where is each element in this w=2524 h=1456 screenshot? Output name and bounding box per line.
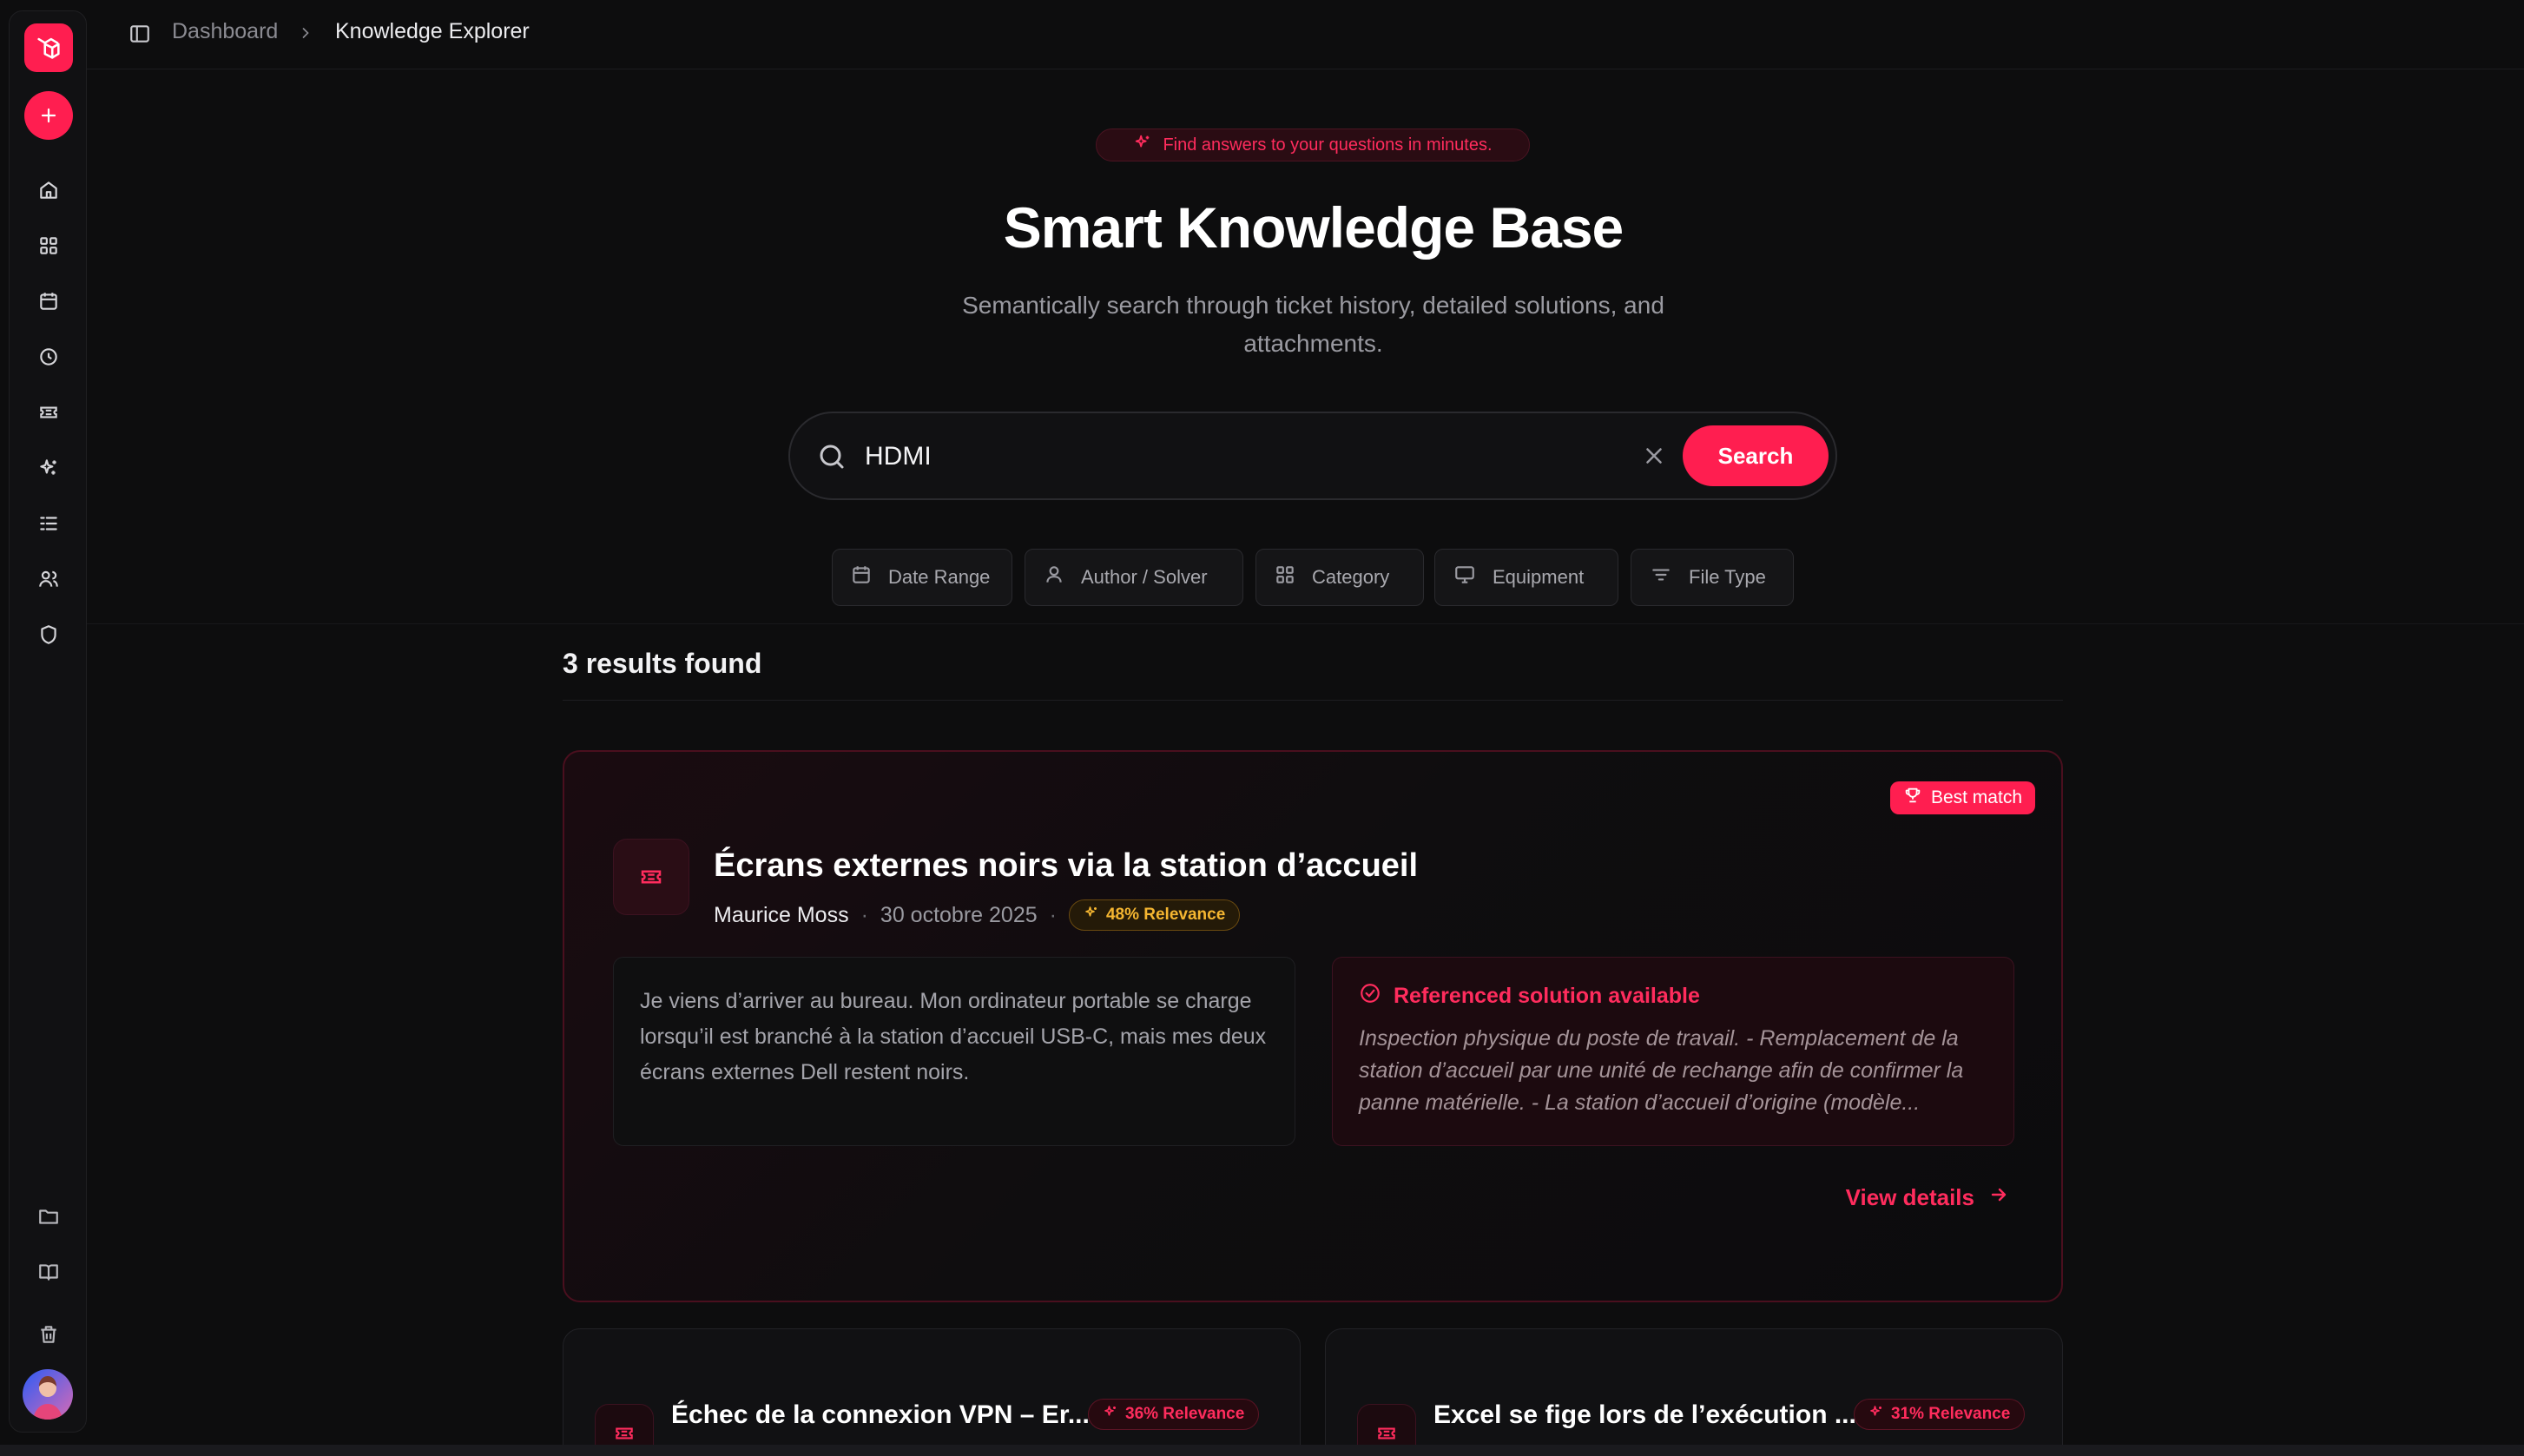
user-icon	[1043, 563, 1065, 591]
view-details-link[interactable]: View details	[1846, 1184, 2009, 1211]
result-meta: Maurice Moss · 30 octobre 2025 · 48% Rel…	[714, 899, 1241, 931]
solution-label: Referenced solution available	[1394, 984, 1700, 1008]
monitor-icon	[1453, 563, 1477, 591]
relevance-value: 31% Relevance	[1891, 1405, 2011, 1423]
check-circle-icon	[1359, 982, 1381, 1011]
arrow-right-icon	[1988, 1184, 2009, 1211]
result-author: Maurice Moss	[714, 902, 849, 927]
referenced-solution: Referenced solution available Inspection…	[1332, 957, 2014, 1146]
solution-text: Inspection physique du poste de travail.…	[1359, 1026, 1964, 1115]
plus-icon[interactable]	[24, 91, 73, 140]
top-bar: Dashboard Knowledge Explorer	[87, 0, 2524, 69]
chevron-right-icon	[297, 23, 314, 48]
filter-label: Author / Solver	[1081, 566, 1208, 588]
users-icon[interactable]	[31, 562, 66, 596]
logo-icon[interactable]	[24, 23, 73, 72]
filter-label: Equipment	[1493, 566, 1585, 588]
filter-label: Date Range	[888, 566, 991, 588]
sparkles-icon	[1103, 1404, 1118, 1425]
breadcrumb-dashboard[interactable]: Dashboard	[172, 19, 278, 44]
filter-file-type[interactable]: File Type	[1631, 549, 1794, 606]
book-icon[interactable]	[31, 1255, 66, 1289]
relevance-badge: 36% Relevance	[1088, 1399, 1260, 1430]
search-button[interactable]: Search	[1683, 425, 1829, 486]
filter-category[interactable]: Category	[1255, 549, 1424, 606]
filter-icon	[1649, 563, 1673, 591]
relevance-value: 36% Relevance	[1125, 1405, 1245, 1423]
results-count: 3 results found	[563, 648, 762, 679]
page-subtitle: Semantically search through ticket histo…	[962, 292, 1664, 357]
ticket-icon	[613, 839, 689, 915]
avatar[interactable]	[23, 1369, 73, 1420]
filter-equipment[interactable]: Equipment	[1434, 549, 1618, 606]
result-card[interactable]: Échec de la connexion VPN – Er... 36% Re…	[563, 1328, 1301, 1456]
app-root: Dashboard Knowledge Explorer Find answer…	[0, 0, 2524, 1456]
calendar-icon	[850, 563, 873, 591]
results-divider	[563, 700, 2063, 701]
result-card[interactable]: Excel se fige lors de l’exécution ... 31…	[1325, 1328, 2063, 1456]
view-details-label: View details	[1845, 1184, 1974, 1210]
filter-date-range[interactable]: Date Range	[832, 549, 1012, 606]
sparkles-icon	[1084, 905, 1099, 926]
result-card-best[interactable]: Best match Écrans externes noirs via la …	[563, 750, 2063, 1302]
result-date: 30 octobre 2025	[880, 902, 1038, 927]
relevance-badge: 31% Relevance	[1854, 1399, 2026, 1430]
result-description: Je viens d’arriver au bureau. Mon ordina…	[613, 957, 1295, 1146]
result-title[interactable]: Excel se fige lors de l’exécution ...	[1433, 1400, 1856, 1430]
section-divider	[87, 623, 2524, 624]
ticket-icon[interactable]	[31, 395, 66, 430]
sparkles-icon[interactable]	[31, 451, 66, 485]
list-icon[interactable]	[31, 506, 66, 541]
trophy-icon	[1903, 786, 1922, 810]
sparkles-icon	[1133, 133, 1152, 157]
search-bar: Search	[788, 412, 1837, 500]
meta-separator: ·	[1049, 902, 1057, 927]
calendar-icon[interactable]	[31, 284, 66, 319]
grid-icon	[1274, 563, 1296, 591]
sparkles-icon	[1868, 1404, 1884, 1425]
breadcrumb-knowledge-explorer: Knowledge Explorer	[335, 19, 530, 43]
relevance-badge: 48% Relevance	[1068, 899, 1241, 931]
solution-header: Referenced solution available	[1359, 982, 1987, 1011]
meta-separator: ·	[860, 902, 868, 927]
clock-icon[interactable]	[31, 339, 66, 374]
clear-icon[interactable]	[1641, 443, 1667, 473]
shield-icon[interactable]	[31, 617, 66, 652]
folder-icon[interactable]	[31, 1199, 66, 1234]
sidebar-toggle-icon[interactable]	[127, 21, 153, 47]
best-match-badge: Best match	[1889, 781, 2035, 814]
search-icon	[816, 441, 847, 477]
filter-label: Category	[1312, 566, 1390, 588]
result-title[interactable]: Écrans externes noirs via la station d’a…	[714, 847, 1418, 885]
filter-author-solver[interactable]: Author / Solver	[1025, 549, 1243, 606]
page-title: Smart Knowledge Base	[1003, 195, 1624, 260]
hero-badge: Find answers to your questions in minute…	[1096, 128, 1530, 161]
hero-badge-text: Find answers to your questions in minute…	[1163, 135, 1493, 155]
best-match-label: Best match	[1930, 787, 2022, 807]
relevance-value: 48% Relevance	[1105, 906, 1226, 924]
search-input[interactable]	[865, 438, 1594, 476]
filter-label: File Type	[1689, 566, 1766, 588]
trash-icon[interactable]	[31, 1317, 66, 1352]
result-title[interactable]: Échec de la connexion VPN – Er...	[671, 1400, 1090, 1430]
bottom-strip	[0, 1445, 2524, 1456]
